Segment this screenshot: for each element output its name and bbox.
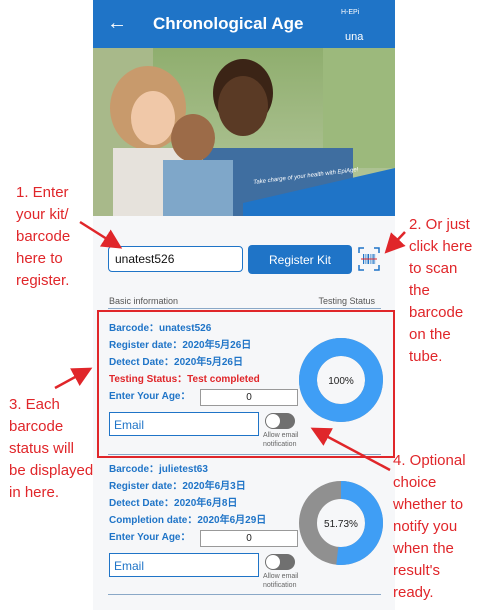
arrow-2	[384, 231, 406, 254]
arrow-3	[54, 367, 93, 390]
arrow-4	[310, 427, 391, 472]
arrow-1	[79, 220, 123, 249]
annotation-arrows	[54, 220, 406, 472]
